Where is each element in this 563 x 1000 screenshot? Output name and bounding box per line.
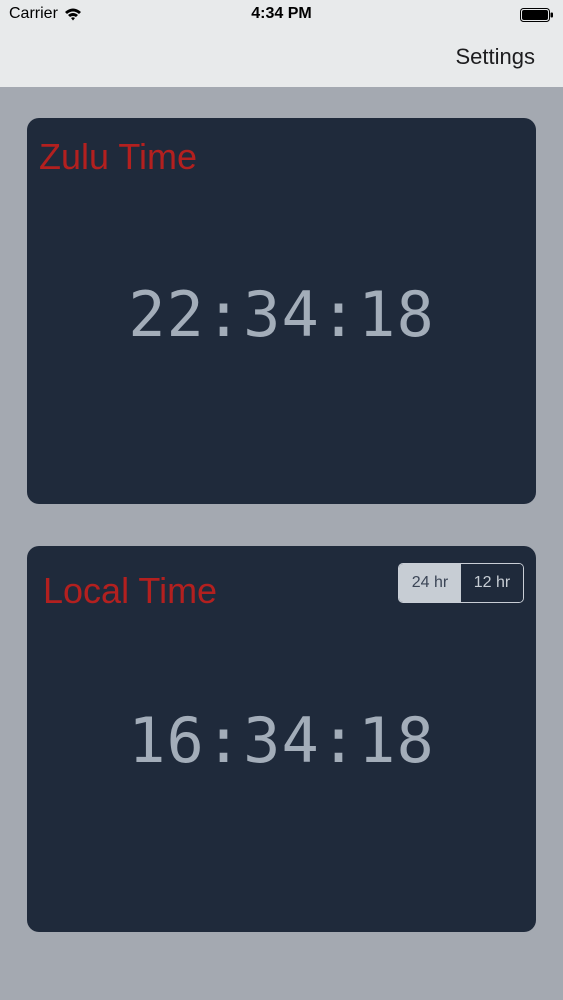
local-time-panel: Local Time 24 hr 12 hr 16:34:18 [27,546,536,932]
segment-12hr[interactable]: 12 hr [461,564,523,602]
local-time-title: Local Time [43,570,218,611]
settings-button[interactable]: Settings [456,44,536,70]
zulu-time-title: Zulu Time [39,136,198,177]
status-time: 4:34 PM [251,5,312,22]
status-bar: Carrier 4:34 PM [0,0,563,30]
local-time-clock: 16:34:18 [128,704,435,777]
segment-24hr[interactable]: 24 hr [399,564,461,602]
time-format-segmented-control: 24 hr 12 hr [398,563,524,603]
battery-icon [520,8,553,22]
zulu-time-clock: 22:34:18 [128,278,435,351]
nav-bar: Settings [0,30,563,87]
zulu-time-panel: Zulu Time 22:34:18 [27,118,536,504]
